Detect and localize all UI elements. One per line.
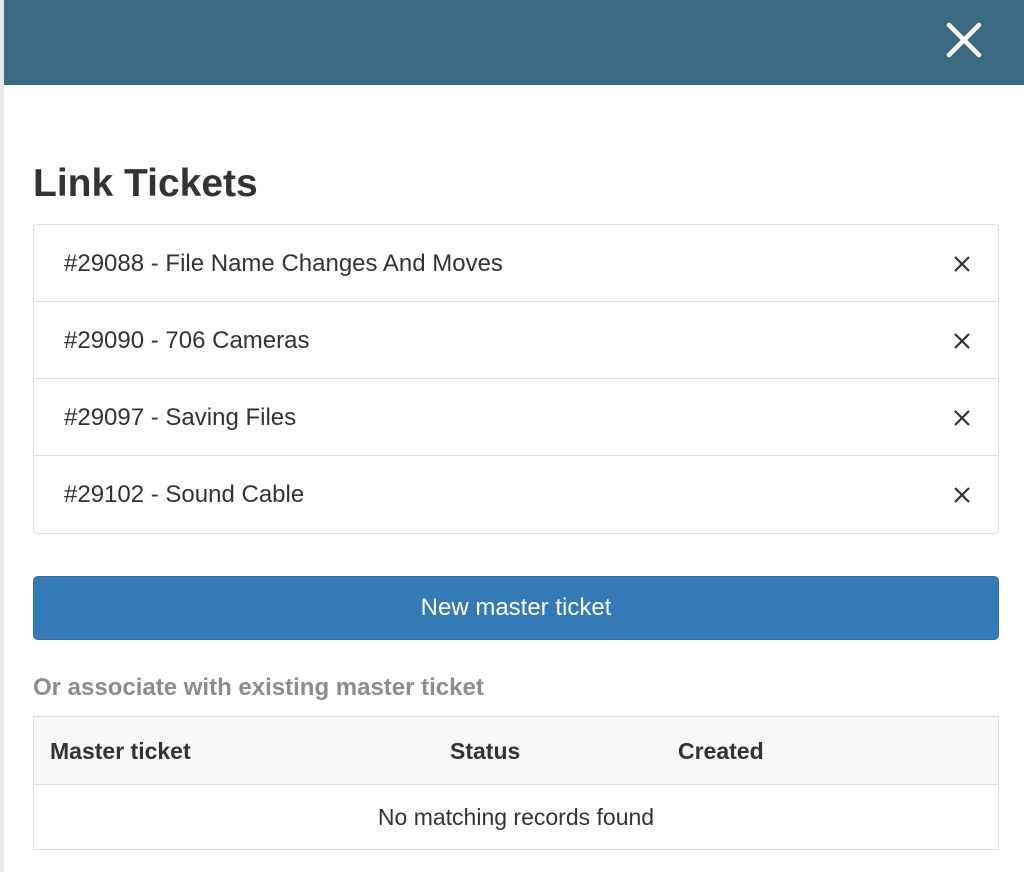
close-icon	[946, 22, 982, 58]
close-button[interactable]	[944, 20, 984, 60]
remove-ticket-button[interactable]	[953, 486, 971, 504]
list-item: #29090 - 706 Cameras	[34, 302, 998, 379]
ticket-label: #29090 - 706 Cameras	[64, 327, 310, 354]
column-header-master-ticket[interactable]: Master ticket	[50, 717, 191, 785]
new-master-ticket-button[interactable]: New master ticket	[33, 576, 999, 640]
column-header-created[interactable]: Created	[678, 717, 764, 785]
master-ticket-table: Master ticket Status Created No matching…	[33, 716, 999, 850]
list-item: #29088 - File Name Changes And Moves	[34, 225, 998, 302]
column-header-status[interactable]: Status	[450, 717, 520, 785]
remove-ticket-button[interactable]	[953, 409, 971, 427]
empty-table-message: No matching records found	[377, 804, 655, 830]
ticket-label: #29102 - Sound Cable	[64, 481, 305, 508]
remove-ticket-button[interactable]	[953, 255, 971, 273]
linked-ticket-list: #29088 - File Name Changes And Moves #29…	[33, 224, 999, 534]
close-icon	[954, 410, 970, 426]
dialog-title: Link Tickets	[33, 162, 258, 205]
list-item: #29097 - Saving Files	[34, 379, 998, 456]
table-header-row: Master ticket Status Created	[34, 717, 998, 785]
page-left-edge	[0, 0, 4, 872]
remove-ticket-button[interactable]	[953, 332, 971, 350]
close-icon	[954, 333, 970, 349]
dialog-header	[4, 0, 1024, 85]
list-item: #29102 - Sound Cable	[34, 456, 998, 533]
existing-master-heading: Or associate with existing master ticket	[33, 674, 484, 701]
ticket-label: #29088 - File Name Changes And Moves	[64, 250, 503, 277]
close-icon	[954, 256, 970, 272]
ticket-label: #29097 - Saving Files	[64, 404, 297, 431]
close-icon	[954, 487, 970, 503]
